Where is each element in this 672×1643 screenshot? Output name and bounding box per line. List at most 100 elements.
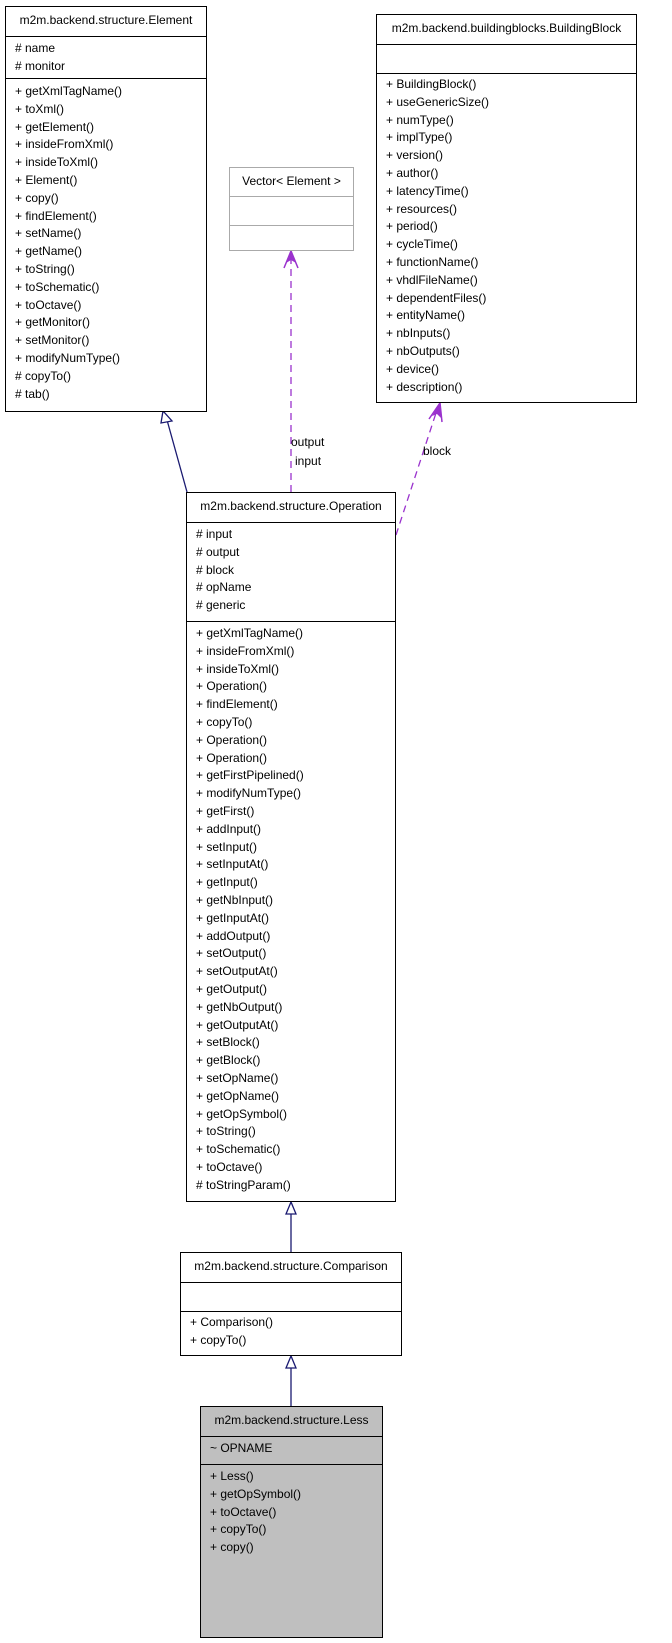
method: + functionName() <box>386 254 479 269</box>
method: + Comparison() <box>190 1315 274 1329</box>
inheritance-operation-element <box>160 409 188 493</box>
method: + getNbOutput() <box>196 999 283 1014</box>
class-less-attributes: ~ OPNAME <box>201 1437 382 1465</box>
class-building-block-attributes <box>377 45 636 74</box>
method: + getInput() <box>196 875 258 890</box>
class-building-block-methods: + BuildingBlock() + useGenericSize() + n… <box>377 74 636 396</box>
method: + version() <box>386 148 444 163</box>
class-operation-attributes: # input # output # block # opName # gene… <box>187 523 395 622</box>
method: + insideToXml() <box>15 155 99 170</box>
method: + setOutputAt() <box>196 964 278 979</box>
method: + getXmlTagName() <box>196 626 304 640</box>
attribute: # generic <box>196 598 246 613</box>
method: + toSchematic() <box>196 1142 281 1157</box>
method: + setOpName() <box>196 1070 279 1085</box>
method: + Operation() <box>196 679 268 694</box>
class-operation[interactable]: m2m.backend.structure.Operation # input … <box>186 492 396 1202</box>
method: + copyTo() <box>190 1332 247 1347</box>
method: + getInputAt() <box>196 910 270 925</box>
class-vector[interactable]: Vector< Element > <box>229 167 354 251</box>
method: + getOutput() <box>196 981 268 996</box>
method: + getOpSymbol() <box>196 1106 288 1121</box>
edge-label-output: output <box>291 435 325 449</box>
method: + getElement() <box>15 119 95 134</box>
class-building-block[interactable]: m2m.backend.buildingblocks.BuildingBlock… <box>376 14 637 403</box>
method: # tab() <box>15 386 50 401</box>
attribute: # output <box>196 544 240 559</box>
method: + getNbInput() <box>196 892 274 907</box>
method: # copyTo() <box>15 368 72 383</box>
method: + implType() <box>386 130 453 145</box>
method: + toString() <box>15 261 75 276</box>
class-comparison[interactable]: m2m.backend.structure.Comparison + Compa… <box>180 1252 402 1356</box>
method: + BuildingBlock() <box>386 77 477 91</box>
class-vector-methods <box>230 226 353 250</box>
method: + getOpName() <box>196 1088 280 1103</box>
method: + toXml() <box>15 101 65 116</box>
method: + Element() <box>15 172 78 187</box>
attribute: # block <box>196 562 235 577</box>
association-operation-buildingblock <box>395 400 443 536</box>
method: + description() <box>386 379 463 394</box>
method: + Operation() <box>196 732 268 747</box>
method: + entityName() <box>386 308 466 323</box>
method: + author() <box>386 165 439 180</box>
inheritance-less-comparison <box>285 1354 297 1406</box>
method: + modifyNumType() <box>196 786 302 801</box>
method: + setOutput() <box>196 946 267 961</box>
method: + copyTo() <box>210 1522 267 1537</box>
class-element-attributes: # name # monitor <box>6 37 206 79</box>
method: + getName() <box>15 244 83 259</box>
method: + toString() <box>196 1124 256 1139</box>
method: + findElement() <box>196 697 278 712</box>
method: # toStringParam() <box>196 1177 291 1192</box>
method: + addInput() <box>196 821 262 836</box>
method: + insideFromXml() <box>196 643 295 658</box>
class-element[interactable]: m2m.backend.structure.Element # name # m… <box>5 6 207 412</box>
method: + setName() <box>15 226 82 241</box>
method: + toOctave() <box>210 1504 277 1519</box>
method: + numType() <box>386 112 454 127</box>
method: + findElement() <box>15 208 97 223</box>
attribute: # monitor <box>15 58 66 73</box>
method: + getOutputAt() <box>196 1017 279 1032</box>
class-element-methods: + getXmlTagName() + toXml() + getElement… <box>6 79 206 403</box>
method: + useGenericSize() <box>386 94 490 109</box>
class-less-methods: + Less() + getOpSymbol() + toOctave() + … <box>201 1465 382 1557</box>
edge-label-input: input <box>295 454 322 468</box>
method: + cycleTime() <box>386 237 458 252</box>
method: + setBlock() <box>196 1035 260 1050</box>
method: + modifyNumType() <box>15 350 121 365</box>
method: + insideToXml() <box>196 661 280 676</box>
attribute: # name <box>15 41 56 55</box>
class-less-name: m2m.backend.structure.Less <box>201 1407 382 1437</box>
class-operation-name: m2m.backend.structure.Operation <box>187 493 395 523</box>
class-less[interactable]: m2m.backend.structure.Less ~ OPNAME + Le… <box>200 1406 383 1638</box>
class-comparison-attributes <box>181 1283 401 1312</box>
method: + getMonitor() <box>15 315 91 330</box>
method: + getFirstPipelined() <box>196 768 304 783</box>
method: + setInputAt() <box>196 857 269 872</box>
class-building-block-name: m2m.backend.buildingblocks.BuildingBlock <box>377 15 636 45</box>
class-comparison-name: m2m.backend.structure.Comparison <box>181 1253 401 1283</box>
attribute: ~ OPNAME <box>210 1441 273 1455</box>
inheritance-comparison-operation <box>285 1200 297 1252</box>
method: + device() <box>386 361 440 376</box>
method: + toOctave() <box>196 1159 263 1174</box>
method: + getBlock() <box>196 1053 261 1068</box>
method: + Less() <box>210 1469 254 1483</box>
method: + addOutput() <box>196 928 271 943</box>
class-vector-name: Vector< Element > <box>230 168 353 197</box>
method: + toOctave() <box>15 297 82 312</box>
method: + copyTo() <box>196 714 253 729</box>
method: + copy() <box>15 190 59 205</box>
method: + nbOutputs() <box>386 343 460 358</box>
class-operation-methods: + getXmlTagName() + insideFromXml() + in… <box>187 622 395 1195</box>
method: + resources() <box>386 201 458 216</box>
class-element-name: m2m.backend.structure.Element <box>6 7 206 37</box>
class-comparison-methods: + Comparison() + copyTo() <box>181 1312 401 1350</box>
method: + insideFromXml() <box>15 137 114 152</box>
class-vector-attributes <box>230 197 353 226</box>
edge-label-block: block <box>423 444 452 458</box>
method: + getXmlTagName() <box>15 84 123 98</box>
